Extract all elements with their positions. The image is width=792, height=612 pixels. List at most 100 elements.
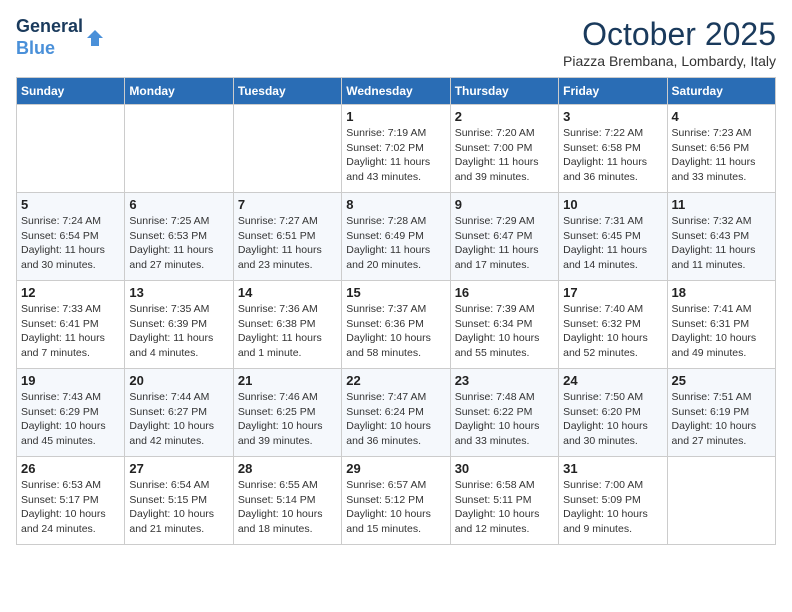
col-header-wednesday: Wednesday [342, 78, 450, 105]
calendar-cell: 7 Sunrise: 7:27 AM Sunset: 6:51 PM Daylig… [233, 193, 341, 281]
day-detail: Sunrise: 7:22 AM Sunset: 6:58 PM Dayligh… [563, 126, 662, 185]
day-number: 4 [672, 109, 771, 124]
calendar-cell [125, 105, 233, 193]
day-number: 8 [346, 197, 445, 212]
calendar-cell: 16 Sunrise: 7:39 AM Sunset: 6:34 PM Dayli… [450, 281, 558, 369]
day-number: 2 [455, 109, 554, 124]
day-number: 6 [129, 197, 228, 212]
calendar-cell: 22 Sunrise: 7:47 AM Sunset: 6:24 PM Dayli… [342, 369, 450, 457]
calendar-cell: 29 Sunrise: 6:57 AM Sunset: 5:12 PM Dayli… [342, 457, 450, 545]
calendar-cell: 17 Sunrise: 7:40 AM Sunset: 6:32 PM Dayli… [559, 281, 667, 369]
day-number: 30 [455, 461, 554, 476]
day-number: 16 [455, 285, 554, 300]
title-block: October 2025 Piazza Brembana, Lombardy, … [563, 16, 776, 69]
day-detail: Sunrise: 7:24 AM Sunset: 6:54 PM Dayligh… [21, 214, 120, 273]
page-header: GeneralBlue October 2025 Piazza Brembana… [16, 16, 776, 69]
week-row-4: 19 Sunrise: 7:43 AM Sunset: 6:29 PM Dayli… [17, 369, 776, 457]
calendar-cell: 21 Sunrise: 7:46 AM Sunset: 6:25 PM Dayli… [233, 369, 341, 457]
day-detail: Sunrise: 7:29 AM Sunset: 6:47 PM Dayligh… [455, 214, 554, 273]
col-header-sunday: Sunday [17, 78, 125, 105]
day-detail: Sunrise: 7:41 AM Sunset: 6:31 PM Dayligh… [672, 302, 771, 361]
calendar-cell: 28Sunrise: 6:55 AM Sunset: 5:14 PM Dayli… [233, 457, 341, 545]
day-number: 14 [238, 285, 337, 300]
location-subtitle: Piazza Brembana, Lombardy, Italy [563, 53, 776, 69]
day-detail: Sunrise: 7:44 AM Sunset: 6:27 PM Dayligh… [129, 390, 228, 449]
day-number: 20 [129, 373, 228, 388]
col-header-monday: Monday [125, 78, 233, 105]
day-detail: Sunrise: 7:19 AM Sunset: 7:02 PM Dayligh… [346, 126, 445, 185]
day-detail: Sunrise: 7:25 AM Sunset: 6:53 PM Dayligh… [129, 214, 228, 273]
day-number: 10 [563, 197, 662, 212]
day-number: 19 [21, 373, 120, 388]
calendar-table: SundayMondayTuesdayWednesdayThursdayFrid… [16, 77, 776, 545]
day-number: 29 [346, 461, 445, 476]
day-detail: Sunrise: 7:51 AM Sunset: 6:19 PM Dayligh… [672, 390, 771, 449]
col-header-tuesday: Tuesday [233, 78, 341, 105]
day-detail: Sunrise: 7:47 AM Sunset: 6:24 PM Dayligh… [346, 390, 445, 449]
calendar-cell: 12 Sunrise: 7:33 AM Sunset: 6:41 PM Dayli… [17, 281, 125, 369]
day-number: 21 [238, 373, 337, 388]
day-number: 15 [346, 285, 445, 300]
calendar-cell: 26 Sunrise: 6:53 AM Sunset: 5:17 PM Dayli… [17, 457, 125, 545]
calendar-cell: 4 Sunrise: 7:23 AM Sunset: 6:56 PM Daylig… [667, 105, 775, 193]
day-detail: Sunrise: 7:48 AM Sunset: 6:22 PM Dayligh… [455, 390, 554, 449]
day-detail: Sunrise: 7:43 AM Sunset: 6:29 PM Dayligh… [21, 390, 120, 449]
day-detail: Sunrise: 7:32 AM Sunset: 6:43 PM Dayligh… [672, 214, 771, 273]
day-number: 11 [672, 197, 771, 212]
week-row-3: 12 Sunrise: 7:33 AM Sunset: 6:41 PM Dayli… [17, 281, 776, 369]
day-number: 22 [346, 373, 445, 388]
day-number: 26 [21, 461, 120, 476]
day-detail: Sunrise: 7:37 AM Sunset: 6:36 PM Dayligh… [346, 302, 445, 361]
day-detail: Sunrise: 7:46 AM Sunset: 6:25 PM Dayligh… [238, 390, 337, 449]
calendar-cell: 6 Sunrise: 7:25 AM Sunset: 6:53 PM Daylig… [125, 193, 233, 281]
col-header-saturday: Saturday [667, 78, 775, 105]
day-number: 1 [346, 109, 445, 124]
day-number: 17 [563, 285, 662, 300]
day-number: 23 [455, 373, 554, 388]
day-detail: Sunrise: 6:54 AM Sunset: 5:15 PM Dayligh… [129, 478, 228, 537]
calendar-cell: 1 Sunrise: 7:19 AM Sunset: 7:02 PM Daylig… [342, 105, 450, 193]
col-header-thursday: Thursday [450, 78, 558, 105]
day-detail: Sunrise: 7:35 AM Sunset: 6:39 PM Dayligh… [129, 302, 228, 361]
calendar-cell: 15 Sunrise: 7:37 AM Sunset: 6:36 PM Dayli… [342, 281, 450, 369]
day-number: 3 [563, 109, 662, 124]
day-number: 31 [563, 461, 662, 476]
calendar-cell [17, 105, 125, 193]
day-detail: Sunrise: 7:31 AM Sunset: 6:45 PM Dayligh… [563, 214, 662, 273]
day-detail: Sunrise: 7:00 AM Sunset: 5:09 PM Dayligh… [563, 478, 662, 537]
day-number: 18 [672, 285, 771, 300]
day-detail: Sunrise: 7:36 AM Sunset: 6:38 PM Dayligh… [238, 302, 337, 361]
day-detail: Sunrise: 7:20 AM Sunset: 7:00 PM Dayligh… [455, 126, 554, 185]
day-detail: Sunrise: 7:23 AM Sunset: 6:56 PM Dayligh… [672, 126, 771, 185]
day-detail: Sunrise: 7:39 AM Sunset: 6:34 PM Dayligh… [455, 302, 554, 361]
day-detail: Sunrise: 7:40 AM Sunset: 6:32 PM Dayligh… [563, 302, 662, 361]
calendar-cell: 2 Sunrise: 7:20 AM Sunset: 7:00 PM Daylig… [450, 105, 558, 193]
day-detail: Sunrise: 7:33 AM Sunset: 6:41 PM Dayligh… [21, 302, 120, 361]
week-row-1: 1 Sunrise: 7:19 AM Sunset: 7:02 PM Daylig… [17, 105, 776, 193]
calendar-cell: 3 Sunrise: 7:22 AM Sunset: 6:58 PM Daylig… [559, 105, 667, 193]
calendar-cell: 13Sunrise: 7:35 AM Sunset: 6:39 PM Dayli… [125, 281, 233, 369]
calendar-cell: 5Sunrise: 7:24 AM Sunset: 6:54 PM Daylig… [17, 193, 125, 281]
day-detail: Sunrise: 6:55 AM Sunset: 5:14 PM Dayligh… [238, 478, 337, 537]
calendar-cell: 27Sunrise: 6:54 AM Sunset: 5:15 PM Dayli… [125, 457, 233, 545]
day-detail: Sunrise: 7:50 AM Sunset: 6:20 PM Dayligh… [563, 390, 662, 449]
day-number: 12 [21, 285, 120, 300]
day-detail: Sunrise: 7:27 AM Sunset: 6:51 PM Dayligh… [238, 214, 337, 273]
logo: GeneralBlue [16, 16, 105, 59]
header-row: SundayMondayTuesdayWednesdayThursdayFrid… [17, 78, 776, 105]
calendar-cell [667, 457, 775, 545]
day-detail: Sunrise: 6:57 AM Sunset: 5:12 PM Dayligh… [346, 478, 445, 537]
day-detail: Sunrise: 7:28 AM Sunset: 6:49 PM Dayligh… [346, 214, 445, 273]
day-detail: Sunrise: 6:58 AM Sunset: 5:11 PM Dayligh… [455, 478, 554, 537]
calendar-cell: 11 Sunrise: 7:32 AM Sunset: 6:43 PM Dayli… [667, 193, 775, 281]
logo-text: GeneralBlue [16, 16, 83, 59]
day-number: 7 [238, 197, 337, 212]
calendar-cell: 20 Sunrise: 7:44 AM Sunset: 6:27 PM Dayli… [125, 369, 233, 457]
week-row-2: 5Sunrise: 7:24 AM Sunset: 6:54 PM Daylig… [17, 193, 776, 281]
calendar-cell: 19 Sunrise: 7:43 AM Sunset: 6:29 PM Dayli… [17, 369, 125, 457]
calendar-cell: 14 Sunrise: 7:36 AM Sunset: 6:38 PM Dayli… [233, 281, 341, 369]
day-number: 9 [455, 197, 554, 212]
month-title: October 2025 [563, 16, 776, 53]
day-number: 24 [563, 373, 662, 388]
day-detail: Sunrise: 6:53 AM Sunset: 5:17 PM Dayligh… [21, 478, 120, 537]
